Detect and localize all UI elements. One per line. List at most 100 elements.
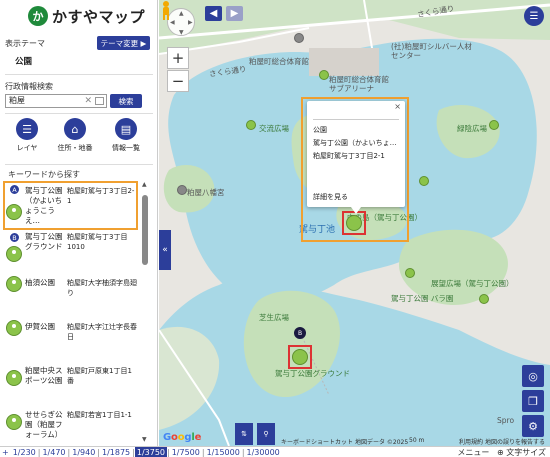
park-marker-icon[interactable]: [292, 349, 308, 365]
location-pin-icon[interactable]: [294, 33, 304, 43]
divider: [5, 113, 153, 114]
map-label: 展望広場（駕与丁公園）: [431, 279, 514, 288]
scale-option[interactable]: 1/30000: [245, 447, 282, 457]
result-address: 粕屋町戸原東1丁目1番: [67, 367, 132, 385]
theme-change-button[interactable]: テーマ変更 ▶: [97, 36, 150, 50]
tool-label: 住所・地番: [57, 144, 93, 152]
map-label: 粕屋八幡宮: [187, 188, 225, 197]
marker-letter-icon: B: [9, 232, 20, 243]
result-address: 粕屋町大字江辻字長春日: [67, 323, 137, 341]
place-pin-icon[interactable]: [479, 294, 489, 304]
keyword-label: キーワードから探す: [8, 170, 80, 179]
scroll-thumb[interactable]: [142, 195, 148, 265]
list-scrollbar[interactable]: ▲ ▼: [141, 181, 149, 443]
google-logo: Google: [163, 432, 202, 443]
place-pin-icon[interactable]: [405, 268, 415, 278]
map-label: 駕与丁公園グラウンド: [275, 369, 350, 378]
info-popup: × 公園 駕与丁公園（かよいちょ… 粕屋町駕与丁3丁目2-1 詳細を見る: [307, 101, 405, 207]
shrine-pin-icon[interactable]: [177, 185, 187, 195]
scale-option[interactable]: 1/230: [11, 447, 38, 457]
search-input[interactable]: 粕屋 ✕: [5, 94, 107, 108]
list-item[interactable]: 柚須公園 粕屋町大字柚須字島廻り: [3, 276, 140, 306]
menu-link[interactable]: メニュー: [457, 448, 489, 457]
collapse-sidebar-button[interactable]: «: [159, 230, 171, 270]
theme-value: 公園: [15, 57, 33, 67]
terms-link[interactable]: 利用規約: [459, 437, 483, 446]
scale-option[interactable]: 1/3750: [134, 446, 168, 457]
result-name: 柚須公園: [25, 278, 55, 287]
app-title: かすやマップ: [52, 7, 146, 26]
address-tool[interactable]: ⌂ 住所・地番: [53, 118, 97, 153]
place-pin-icon[interactable]: [489, 120, 499, 130]
bottom-right-links: メニュー ⊕ 文字サイズ: [457, 447, 546, 457]
divider: [5, 164, 153, 165]
popup-name: 駕与丁公園（かよいちょ…: [313, 139, 397, 147]
map-label: 緑陰広場: [457, 124, 487, 133]
park-icon: [6, 276, 22, 292]
list-item[interactable]: せせらぎ公園（粕屋フォーラム） 粕屋町若宮1丁目1-1: [3, 408, 140, 443]
scroll-up-icon[interactable]: ▲: [142, 181, 147, 188]
pin-icon[interactable]: ⚲: [257, 423, 275, 445]
pegman-icon[interactable]: [159, 0, 173, 20]
list-item[interactable]: 粕屋中央スポーツ公園 粕屋町戸原東1丁目1番: [3, 364, 140, 404]
info-list-tool[interactable]: ▤ 情報一覧: [104, 118, 148, 153]
tool-label: 情報一覧: [112, 144, 140, 152]
keyboard-shortcuts-link[interactable]: キーボードショートカット: [281, 437, 353, 446]
font-size-link[interactable]: ⊕ 文字サイズ: [497, 448, 546, 457]
app-logo[interactable]: か かすやマップ: [28, 5, 145, 27]
map-data-attribution: 地図データ ©2025: [355, 439, 409, 446]
place-pin-icon[interactable]: [246, 120, 256, 130]
mail-icon[interactable]: [95, 97, 104, 105]
list-icon: ☰: [16, 118, 38, 140]
popup-tail: [351, 207, 361, 214]
detail-link[interactable]: 詳細を見る: [313, 192, 348, 202]
scale-option[interactable]: 1/940: [70, 447, 97, 457]
menu-icon[interactable]: ☰: [524, 6, 544, 26]
zoom-in-button[interactable]: +: [167, 47, 189, 69]
settings-icon[interactable]: ⚙: [522, 415, 544, 437]
table-icon: ▤: [115, 118, 137, 140]
layers-icon[interactable]: ❐: [522, 390, 544, 412]
sidebar: か かすやマップ 表示テーマ テーマ変更 ▶ 公園 行政情報検索 粕屋 ✕ 検索…: [0, 0, 158, 446]
list-item[interactable]: 伊賀公園 粕屋町大字江辻字長春日: [3, 320, 140, 350]
scale-option[interactable]: 1/7500: [170, 447, 202, 457]
scale-option[interactable]: 1/15000: [205, 447, 242, 457]
place-pin-icon[interactable]: [319, 70, 329, 80]
map-label: (社)粕屋町シルバー人材センター: [391, 42, 472, 60]
scale-bar: + 1/230 | 1/470 | 1/940 | 1/1875 | 1/3750 | 1/7500…: [0, 446, 550, 457]
clear-icon[interactable]: ✕: [84, 95, 92, 107]
forward-arrow-icon[interactable]: ▶: [226, 6, 243, 21]
place-pin-icon[interactable]: [419, 176, 429, 186]
map-canvas[interactable]: さくら通り さくら通り (社)粕屋町シルバー人材センター 粕屋町総合体育館 粕屋…: [159, 0, 550, 446]
theme-label: 表示テーマ: [5, 39, 45, 48]
map-label: 芝生広場: [259, 313, 289, 322]
popup-address: 粕屋町駕与丁3丁目2-1: [313, 152, 385, 160]
map-label: 粕屋町総合体育館: [249, 57, 309, 66]
current-location-icon[interactable]: ◎: [522, 365, 544, 387]
scale-option[interactable]: 1/470: [40, 447, 67, 457]
tool-label: レイヤ: [16, 144, 38, 152]
close-icon[interactable]: ×: [394, 102, 401, 111]
layer-tool[interactable]: ☰ レイヤ: [5, 118, 49, 153]
popup-divider: [313, 119, 399, 120]
scroll-down-icon[interactable]: ▼: [142, 436, 147, 443]
route-icon[interactable]: ⇅: [235, 423, 253, 445]
home-icon: ⌂: [64, 118, 86, 140]
map-label: 粕屋町総合体育館サブアリーナ: [329, 75, 389, 93]
report-error-link[interactable]: 地図の誤りを報告する: [485, 437, 545, 446]
list-item[interactable]: B 駕与丁公園グラウンド 粕屋町駕与丁3丁目1010: [3, 232, 140, 272]
popup-category: 公園: [313, 126, 327, 134]
zoom-out-button[interactable]: −: [167, 70, 189, 92]
scale-list: 1/230 | 1/470 | 1/940 | 1/1875 | 1/3750 | 1/7500 | 1…: [11, 446, 282, 457]
scale-option[interactable]: 1/1875: [100, 447, 132, 457]
map-label: Spro: [497, 416, 515, 425]
marker-letter-icon[interactable]: B: [294, 327, 306, 339]
scale-plus-icon[interactable]: +: [0, 447, 11, 457]
result-address: 粕屋町若宮1丁目1-1: [67, 411, 132, 419]
result-name: せせらぎ公園（粕屋フォーラム）: [25, 410, 63, 439]
search-input-value: 粕屋: [9, 96, 25, 105]
back-arrow-icon[interactable]: ◀: [205, 6, 222, 21]
scale-bar-label: 50 m: [409, 437, 425, 444]
result-name: 粕屋中央スポーツ公園: [25, 366, 63, 385]
search-button[interactable]: 検索: [110, 94, 142, 108]
